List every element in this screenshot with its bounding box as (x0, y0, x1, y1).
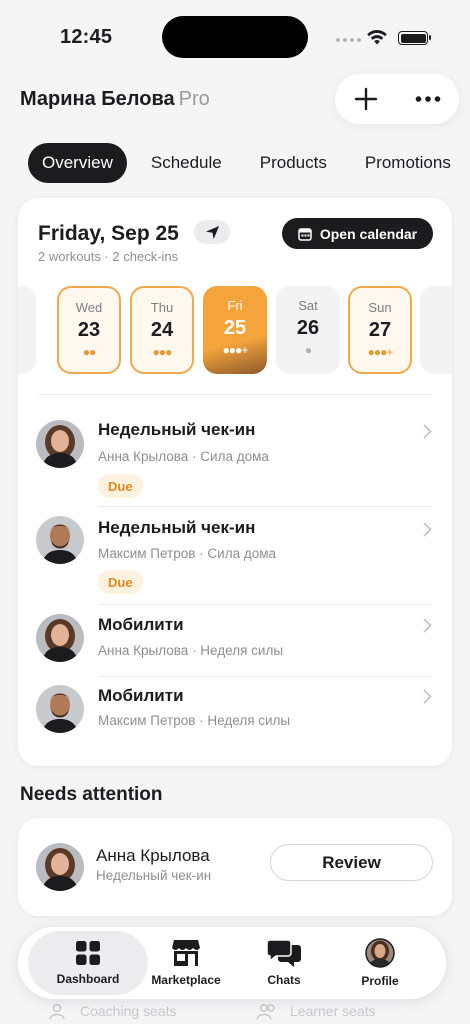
status-time: 12:45 (60, 26, 113, 48)
day-next-partial[interactable] (420, 286, 452, 374)
person-icon (49, 1003, 65, 1020)
calendar-icon (298, 227, 312, 241)
tab-promotions[interactable]: Promotions (351, 143, 465, 183)
item-subtitle: Анна Крылова · Неделя силы (98, 643, 284, 658)
day-name: Wed (75, 300, 103, 315)
open-calendar-label: Open calendar (319, 225, 418, 242)
add-button[interactable] (346, 79, 386, 119)
nav-label: Marketplace (151, 973, 221, 987)
profile-avatar (365, 938, 395, 968)
item-title: Мобилити (98, 686, 184, 705)
plan-label: Pro (178, 88, 210, 110)
item-title: Недельный чек-ин (98, 518, 256, 537)
schedule-summary: 2 workouts · 2 check-ins (38, 249, 179, 264)
item-title: Мобилити (98, 615, 184, 634)
divider (38, 394, 432, 395)
more-button[interactable] (408, 79, 448, 119)
tab-overview[interactable]: Overview (28, 143, 127, 183)
day-number: 26 (296, 317, 320, 339)
day-prev-partial[interactable] (18, 286, 36, 374)
list-item[interactable]: Недельный чек-ин Максим Петров · Сила до… (18, 506, 452, 604)
status-bar: 12:45 (0, 0, 470, 70)
day-sat[interactable]: Sat 26 ● (276, 286, 340, 374)
avatar (36, 420, 84, 468)
nav-dashboard[interactable]: Dashboard (28, 931, 148, 995)
list-item[interactable]: Недельный чек-ин Анна Крылова · Сила дом… (18, 408, 452, 506)
activity-dots: ●●● (152, 345, 173, 359)
avatar (36, 843, 84, 891)
activity-dots: ● (304, 343, 312, 357)
user-name: Марина Белова (20, 88, 175, 110)
client-name: Анна Крылова (96, 846, 210, 865)
week-strip[interactable]: Wed 23 ●● Thu 24 ●●● Fri 25 ●●●+ Sat 26 … (18, 286, 452, 374)
status-badge: Due (98, 570, 143, 594)
dynamic-island (162, 16, 308, 58)
day-number: 27 (368, 319, 392, 341)
page-title: Марина Белова Pro (20, 88, 210, 111)
nav-marketplace[interactable]: Marketplace (136, 931, 236, 995)
avatar (36, 614, 84, 662)
seats-row: Coaching seats Learner seats (0, 1000, 470, 1024)
attention-card: Анна Крылова Недельный чек-ин Review (18, 818, 452, 916)
item-subtitle: Анна Крылова · Сила дома (98, 449, 269, 464)
item-subtitle: Максим Петров · Сила дома (98, 546, 277, 561)
day-number: 24 (150, 319, 174, 341)
item-subtitle: Максим Петров · Неделя силы (98, 713, 291, 728)
open-calendar-button[interactable]: Open calendar (282, 218, 433, 249)
nav-label: Dashboard (56, 972, 120, 986)
more-dots-icon (415, 96, 441, 102)
location-arrow-icon (205, 225, 219, 239)
day-name: Thu (150, 300, 174, 315)
activity-dots: ●●●+ (367, 345, 394, 359)
chevron-right-icon (423, 618, 432, 633)
chevron-right-icon (423, 522, 432, 537)
item-title: Недельный чек-ин (98, 420, 256, 439)
day-number: 23 (77, 319, 101, 341)
day-fri[interactable]: Fri 25 ●●●+ (203, 286, 267, 374)
coaching-seats-label: Coaching seats (80, 1003, 177, 1019)
activity-dots: ●● (82, 345, 97, 359)
day-sun[interactable]: Sun 27 ●●●+ (348, 286, 412, 374)
bottom-nav: Dashboard Marketplace Chats Profile (18, 927, 446, 999)
day-number: 25 (223, 317, 247, 339)
day-thu[interactable]: Thu 24 ●●● (130, 286, 194, 374)
list-item[interactable]: Мобилити Анна Крылова · Неделя силы (18, 604, 452, 676)
chevron-right-icon (423, 689, 432, 704)
status-badge: Due (98, 474, 143, 498)
day-name: Sun (368, 300, 392, 315)
learner-seats-label: Learner seats (290, 1003, 376, 1019)
battery-icon (398, 31, 431, 45)
day-name: Fri (227, 298, 243, 313)
cellular-signal-icon (336, 38, 361, 42)
wifi-icon (367, 29, 387, 45)
chat-bubbles-icon (266, 939, 301, 967)
tab-products[interactable]: Products (246, 143, 341, 183)
attention-subtitle: Недельный чек-ин (96, 868, 212, 883)
nav-label: Profile (361, 974, 399, 988)
tab-bar: Overview Schedule Products Promotions (28, 143, 470, 183)
section-title: Needs attention (20, 784, 163, 805)
tab-schedule[interactable]: Schedule (137, 143, 236, 183)
review-button[interactable]: Review (270, 844, 433, 881)
schedule-card: Friday, Sep 25 2 workouts · 2 check-ins … (18, 198, 452, 766)
header-actions (335, 74, 459, 124)
day-name: Sat (298, 298, 318, 313)
plus-icon (354, 87, 378, 111)
selected-date: Friday, Sep 25 (38, 222, 179, 245)
list-item[interactable]: Мобилити Максим Петров · Неделя силы (18, 676, 452, 748)
nav-chats[interactable]: Chats (244, 931, 324, 995)
avatar (36, 685, 84, 733)
location-button[interactable] (194, 220, 230, 244)
day-wed[interactable]: Wed 23 ●● (57, 286, 121, 374)
nav-label: Chats (267, 973, 301, 987)
people-icon (256, 1004, 275, 1020)
activity-dots: ●●●+ (222, 343, 249, 357)
storefront-icon (172, 940, 200, 966)
dashboard-icon (76, 941, 100, 965)
nav-profile[interactable]: Profile (340, 931, 420, 995)
chevron-right-icon (423, 424, 432, 439)
avatar (36, 516, 84, 564)
